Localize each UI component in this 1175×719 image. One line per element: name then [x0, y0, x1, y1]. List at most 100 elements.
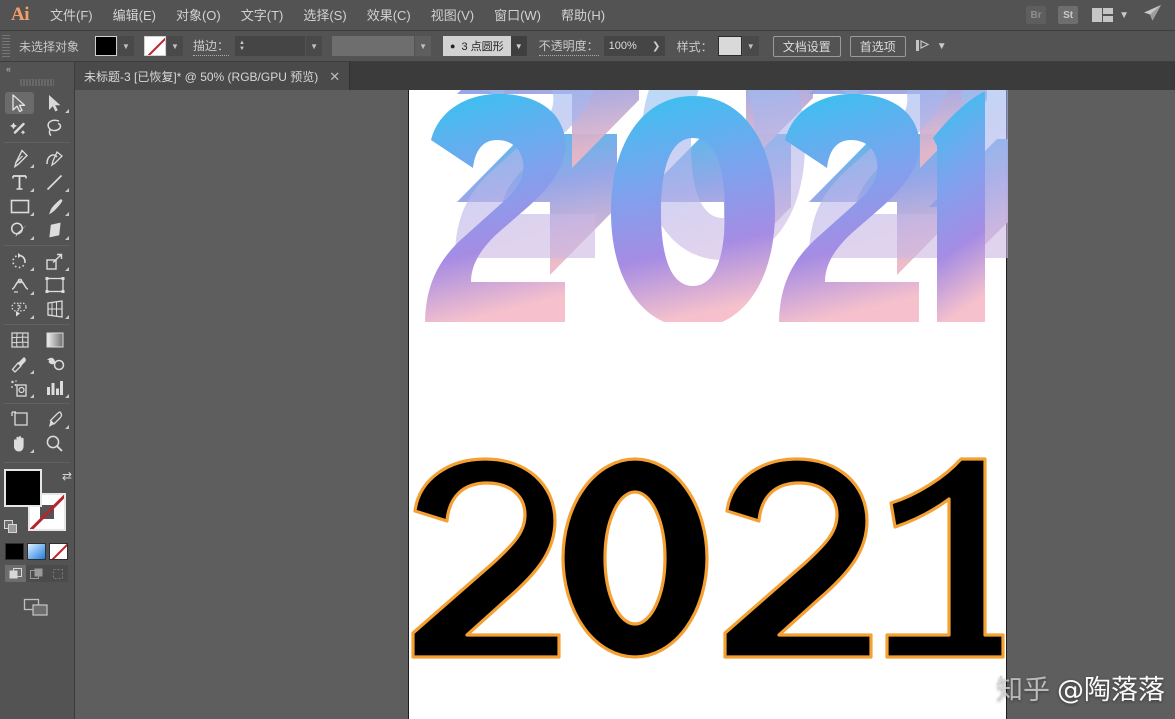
menu-select[interactable]: 选择(S): [293, 0, 356, 31]
canvas-workspace[interactable]: [75, 90, 1175, 719]
paintbrush-tool[interactable]: [37, 194, 72, 218]
graphic-style-swatch[interactable]: [717, 36, 742, 56]
stroke-style-input[interactable]: [332, 36, 415, 56]
curvature-tool[interactable]: [37, 146, 72, 170]
lasso-tool[interactable]: [37, 115, 72, 139]
menu-edit[interactable]: 编辑(E): [103, 0, 166, 31]
mesh-tool[interactable]: [2, 328, 37, 352]
preferences-button[interactable]: 首选项: [849, 35, 906, 57]
close-icon[interactable]: ✕: [329, 70, 340, 83]
eyedropper-tool[interactable]: [2, 352, 37, 376]
stroke-weight-input[interactable]: [249, 36, 306, 56]
line-segment-tool[interactable]: [37, 170, 72, 194]
rotate-tool[interactable]: [2, 249, 37, 273]
fill-dropdown-icon[interactable]: ▼: [118, 36, 135, 56]
symbol-sprayer-tool[interactable]: [2, 376, 37, 400]
swap-fill-stroke-icon[interactable]: ⇄: [62, 469, 72, 483]
menu-effect[interactable]: 效果(C): [357, 0, 421, 31]
draw-inside-mode-button[interactable]: [47, 565, 68, 582]
default-fill-stroke-icon[interactable]: [4, 520, 18, 534]
selection-tool[interactable]: [2, 91, 37, 115]
direct-selection-tool[interactable]: [37, 91, 72, 115]
opacity-input[interactable]: [603, 36, 648, 56]
stroke-style-dropdown-icon[interactable]: ▼: [415, 36, 432, 56]
toolbar-grip[interactable]: [20, 76, 54, 88]
gradient-button[interactable]: [27, 543, 46, 560]
stroke-profile-dropdown-icon[interactable]: ▼: [510, 36, 527, 56]
shape-builder-tool[interactable]: [2, 297, 37, 321]
control-bar-grip[interactable]: [2, 35, 10, 57]
change-screen-mode-button[interactable]: [23, 598, 51, 623]
type-tool[interactable]: [2, 170, 37, 194]
document-tab-label: 未标题-3 [已恢复]* @ 50% (RGB/GPU 预览): [84, 69, 319, 84]
stroke-weight-stepper[interactable]: ▲ ▼: [235, 36, 250, 56]
lasso-icon: [40, 116, 69, 138]
free-transform-icon: [40, 274, 69, 296]
zoom-tool[interactable]: [37, 431, 72, 455]
stock-button[interactable]: St: [1058, 6, 1079, 24]
bridge-button[interactable]: Br: [1026, 6, 1047, 24]
document-setup-button[interactable]: 文档设置: [772, 35, 841, 57]
blend-tool[interactable]: [37, 352, 72, 376]
color-button[interactable]: [5, 543, 24, 560]
chevron-down-icon[interactable]: ▼: [1119, 10, 1129, 21]
illustrator-window: Ai 文件(F) 编辑(E) 对象(O) 文字(T) 选择(S) 效果(C) 视…: [0, 0, 1175, 719]
graphic-style-dropdown-icon[interactable]: ▼: [742, 36, 759, 56]
document-tab[interactable]: 未标题-3 [已恢复]* @ 50% (RGB/GPU 预览) ✕: [75, 62, 351, 90]
menu-help[interactable]: 帮助(H): [551, 0, 615, 31]
draw-behind-mode-button[interactable]: [26, 565, 47, 582]
extruded-2021-artwork[interactable]: [409, 90, 1008, 322]
fill-color-swatch[interactable]: [4, 469, 42, 507]
tool-grid: [2, 91, 72, 455]
rocket-icon[interactable]: [1141, 4, 1163, 27]
align-objects-icon[interactable]: [915, 39, 932, 53]
artboard[interactable]: [408, 90, 1008, 719]
magic-wand-icon: [5, 116, 34, 138]
menu-object[interactable]: 对象(O): [166, 0, 231, 31]
tool-flyout-corner: [65, 109, 69, 113]
magnifier-icon: [40, 432, 69, 454]
fill-stroke-control: ⇄: [4, 469, 74, 537]
draw-normal-mode-button[interactable]: [5, 565, 26, 582]
gradient-icon: [40, 329, 69, 351]
toolbar-separator: [4, 142, 70, 143]
column-graph-tool[interactable]: [37, 376, 72, 400]
gradient-tool[interactable]: [37, 328, 72, 352]
eraser-tool[interactable]: [37, 218, 72, 242]
drawing-mode-buttons: [5, 565, 74, 582]
shaper-pencil-tool[interactable]: [2, 218, 37, 242]
magic-wand-tool[interactable]: [2, 115, 37, 139]
stroke-profile-label: 3 点圆形: [461, 41, 504, 53]
opacity-flyout-icon[interactable]: ❯: [647, 36, 665, 56]
flat-2021-artwork[interactable]: [409, 453, 1008, 663]
fill-swatch[interactable]: [95, 36, 118, 56]
rectangle-tool[interactable]: [2, 194, 37, 218]
none-button[interactable]: [49, 543, 68, 560]
document-tab-bar: 未标题-3 [已恢复]* @ 50% (RGB/GPU 预览) ✕: [75, 62, 1175, 90]
stroke-profile-value[interactable]: ● 3 点圆形: [443, 36, 511, 56]
hand-tool[interactable]: [2, 431, 37, 455]
align-chevron-down-icon[interactable]: ▼: [937, 41, 947, 52]
control-bar: 未选择对象 ▼ ▼ 描边： ▲▼ ▼ ▼ ● 3 点圆形 ▼ 不透明度： ❯ 样…: [0, 31, 1175, 62]
scale-tool[interactable]: [37, 249, 72, 273]
menu-bar-right-tools: Br St ▼: [1020, 4, 1175, 27]
menu-type[interactable]: 文字(T): [231, 0, 294, 31]
width-tool[interactable]: [2, 273, 37, 297]
perspective-grid-tool[interactable]: [37, 297, 72, 321]
stroke-dropdown-icon[interactable]: ▼: [167, 36, 184, 56]
menu-file[interactable]: 文件(F): [40, 0, 103, 31]
selection-arrow-icon: [5, 92, 34, 114]
collapse-toolbar-icon[interactable]: «: [0, 62, 74, 76]
curvature-pen-icon: [40, 147, 69, 169]
stroke-weight-dropdown-icon[interactable]: ▼: [306, 36, 323, 56]
artboard-tool[interactable]: [2, 407, 37, 431]
stroke-swatch[interactable]: [144, 36, 167, 56]
free-transform-tool[interactable]: [37, 273, 72, 297]
color-mode-buttons: [5, 543, 74, 560]
arrange-documents-icon[interactable]: [1092, 8, 1114, 22]
slice-tool[interactable]: [37, 407, 72, 431]
menu-window[interactable]: 窗口(W): [484, 0, 551, 31]
pen-tool[interactable]: [2, 146, 37, 170]
menu-view[interactable]: 视图(V): [421, 0, 484, 31]
toolbar-separator-4: [4, 403, 70, 404]
